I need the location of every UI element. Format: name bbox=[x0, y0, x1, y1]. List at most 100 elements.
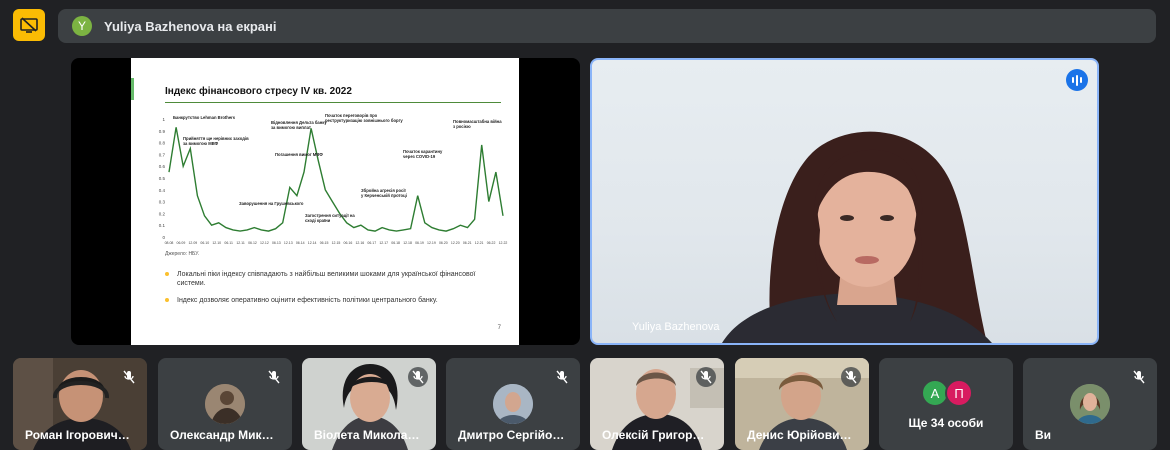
x-tick-label: 06.21 bbox=[463, 241, 472, 245]
bullet-dot bbox=[165, 298, 169, 302]
y-tick-label: 0.4 bbox=[159, 188, 166, 193]
y-tick-label: 0 bbox=[162, 235, 165, 240]
participant-tile[interactable]: Роман Ігорович… bbox=[13, 358, 147, 450]
x-tick-label: 08.08 bbox=[165, 241, 174, 245]
participant-name: Олексій Григор… bbox=[602, 428, 705, 442]
x-tick-label: 12.19 bbox=[427, 241, 436, 245]
x-tick-label: 12.13 bbox=[284, 241, 293, 245]
x-tick-label: 12.10 bbox=[212, 241, 221, 245]
bullet-item: Локальні піки індексу співпадають з найб… bbox=[165, 270, 505, 288]
x-tick-label: 06.11 bbox=[224, 241, 233, 245]
participant-avatar bbox=[493, 384, 533, 424]
x-tick-label: 12.18 bbox=[403, 241, 412, 245]
chart-svg: 1 0.9 0.8 0.7 0.6 0.5 0.4 0.3 0.2 0.1 008.08 06.09 1… bbox=[159, 113, 508, 245]
self-name: Ви bbox=[1035, 428, 1052, 442]
x-tick-label: 06.19 bbox=[415, 241, 424, 245]
x-tick-label: 06.12 bbox=[248, 241, 257, 245]
y-tick-label: 0.6 bbox=[159, 164, 166, 169]
presenting-screen-icon bbox=[20, 17, 38, 33]
presenting-status-text: Yuliya Bazhenova на екрані bbox=[104, 18, 277, 34]
chart-annotation: Прийняття ще нерівних заходів за вимогою … bbox=[183, 136, 249, 146]
slide-bullets: Локальні піки індексу співпадають з найб… bbox=[165, 270, 505, 313]
stop-presenting-button[interactable] bbox=[13, 9, 45, 41]
x-tick-label: 12.21 bbox=[475, 241, 484, 245]
slide-page-number: 7 bbox=[497, 325, 501, 331]
x-tick-label: 12.16 bbox=[355, 241, 364, 245]
speaker-video bbox=[722, 131, 992, 343]
presenter-avatar: Y bbox=[72, 16, 92, 36]
speaker-tile[interactable]: Yuliya Bazhenova bbox=[590, 58, 1099, 345]
muted-mic-icon bbox=[696, 367, 716, 387]
muted-mic-icon bbox=[552, 367, 572, 387]
more-participants-label: Ще 34 особи bbox=[908, 416, 984, 430]
x-tick-label: 12.12 bbox=[260, 241, 269, 245]
slide-title-underline bbox=[165, 102, 501, 103]
participant-tile[interactable]: Віолета Микола… bbox=[302, 358, 436, 450]
participant-tile[interactable]: Олексій Григор… bbox=[590, 358, 724, 450]
x-tick-label: 06.14 bbox=[296, 241, 305, 245]
muted-mic-icon bbox=[264, 367, 284, 387]
x-tick-label: 12.14 bbox=[308, 241, 317, 245]
participant-name: Дмитро Сергійо… bbox=[458, 428, 565, 442]
participant-tile[interactable]: Олександр Мик… bbox=[158, 358, 292, 450]
chart-annotation: Банкрутство Lehman Brothers bbox=[173, 115, 236, 120]
slide: Індекс фінансового стресу IV кв. 2022 1 0… bbox=[131, 58, 519, 345]
participant-name: Денис Юрійови… bbox=[747, 428, 852, 442]
y-tick-label: 0.1 bbox=[159, 223, 166, 228]
presenting-banner: Y Yuliya Bazhenova на екрані bbox=[58, 9, 1156, 43]
chart-annotation: Заворушення на Грушевського bbox=[239, 201, 304, 206]
participant-avatar: П bbox=[945, 379, 973, 407]
x-tick-label: 12.15 bbox=[332, 241, 341, 245]
x-tick-label: 06.16 bbox=[344, 241, 353, 245]
x-tick-label: 12.11 bbox=[236, 241, 245, 245]
y-tick-label: 0.3 bbox=[159, 200, 166, 205]
participant-name: Олександр Мик… bbox=[170, 428, 274, 442]
self-avatar bbox=[1070, 384, 1110, 424]
slide-title: Індекс фінансового стресу IV кв. 2022 bbox=[165, 86, 352, 97]
speaker-name: Yuliya Bazhenova bbox=[632, 321, 720, 333]
y-tick-label: 0.5 bbox=[159, 176, 166, 181]
slide-source: Джерело: НБУ. bbox=[165, 251, 200, 257]
bullet-item: Індекс дозволяє оперативно оцінити ефект… bbox=[165, 296, 505, 305]
participant-name: Віолета Микола… bbox=[314, 428, 420, 442]
stress-index-chart: 1 0.9 0.8 0.7 0.6 0.5 0.4 0.3 0.2 0.1 0 08.08 06.09 1… bbox=[153, 113, 508, 253]
chart-annotation: Повномасштабна війна з росією bbox=[453, 119, 502, 129]
bullet-text: Локальні піки індексу співпадають з найб… bbox=[177, 271, 476, 287]
more-participants-avatars: А П bbox=[921, 379, 973, 407]
presentation-tile[interactable]: Індекс фінансового стресу IV кв. 2022 1 0… bbox=[71, 58, 580, 345]
participant-avatar bbox=[205, 384, 245, 424]
muted-mic-icon bbox=[1129, 367, 1149, 387]
x-tick-label: 06.13 bbox=[272, 241, 281, 245]
muted-mic-icon bbox=[119, 367, 139, 387]
bullet-text: Індекс дозволяє оперативно оцінити ефект… bbox=[177, 297, 438, 304]
x-tick-label: 06.22 bbox=[487, 241, 496, 245]
y-tick-label: 0.8 bbox=[159, 141, 166, 146]
self-tile[interactable]: Ви bbox=[1023, 358, 1157, 450]
x-tick-label: 06.15 bbox=[320, 241, 329, 245]
y-tick-label: 0.9 bbox=[159, 129, 166, 134]
more-participants-tile[interactable]: А П Ще 34 особи bbox=[879, 358, 1013, 450]
chart-annotation: Загострення ситуації на сході країни bbox=[305, 213, 355, 223]
x-tick-label: 06.20 bbox=[439, 241, 448, 245]
x-tick-label: 06.10 bbox=[200, 241, 209, 245]
muted-mic-icon bbox=[408, 367, 428, 387]
muted-mic-icon bbox=[841, 367, 861, 387]
participant-tile[interactable]: Дмитро Сергійо… bbox=[446, 358, 580, 450]
chart-annotation: Початок переговорів про реструктуризацію … bbox=[325, 113, 403, 123]
x-tick-label: 06.17 bbox=[367, 241, 376, 245]
x-tick-label: 12.20 bbox=[451, 241, 460, 245]
chart-annotation: Початок карантину через COVID-19 bbox=[403, 149, 443, 159]
x-tick-label: 12.22 bbox=[499, 241, 508, 245]
slide-accent-bar bbox=[131, 78, 134, 100]
chart-annotation: Збройна агресія росії у Керченській прото… bbox=[361, 188, 407, 198]
participant-tile[interactable]: Денис Юрійови… bbox=[735, 358, 869, 450]
y-tick-label: 0.2 bbox=[159, 211, 166, 216]
chart-annotation: Погашення вимог МВФ bbox=[275, 152, 323, 157]
x-tick-label: 06.09 bbox=[177, 241, 186, 245]
bullet-dot bbox=[165, 272, 169, 276]
speaking-indicator-icon bbox=[1066, 69, 1088, 91]
y-tick-label: 0.7 bbox=[159, 152, 166, 157]
y-tick-label: 1 bbox=[162, 117, 165, 122]
x-tick-label: 12.17 bbox=[379, 241, 388, 245]
participant-name: Роман Ігорович… bbox=[25, 428, 130, 442]
